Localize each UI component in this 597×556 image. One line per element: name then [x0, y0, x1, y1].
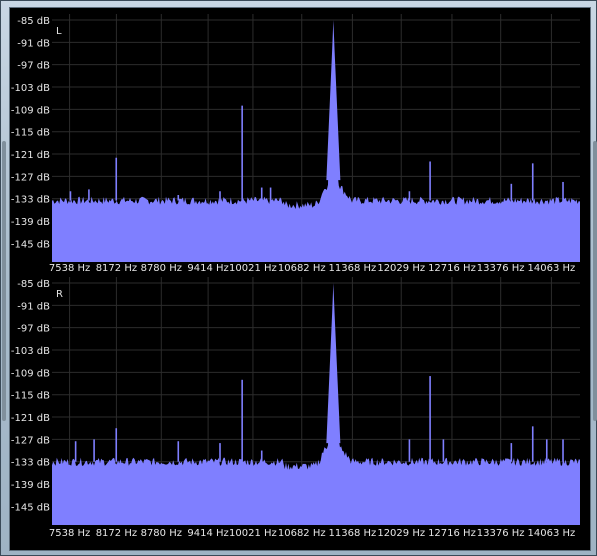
y-tick-label: -127 dB [11, 435, 50, 446]
x-tick-label: 7538 Hz [49, 263, 90, 274]
y-tick-label: -91 dB [17, 38, 50, 49]
x-tick-label: 11368 Hz [329, 528, 377, 539]
y-tick-label: -91 dB [17, 301, 50, 312]
spectrum-peak [326, 20, 341, 181]
y-tick-label: -103 dB [11, 83, 50, 94]
spectrum-peak [326, 283, 341, 444]
y-tick-label: -145 dB [11, 239, 50, 250]
y-tick-label: -121 dB [11, 413, 50, 424]
x-tick-label: 10682 Hz [278, 528, 326, 539]
y-tick-label: -97 dB [17, 61, 50, 72]
x-tick-label: 11368 Hz [329, 263, 377, 274]
x-tick-label: 8172 Hz [96, 528, 137, 539]
x-tick-label: 12029 Hz [377, 263, 425, 274]
left-channel-panel: -85 dB -91 dB -97 dB -103 dB -109 dB -115 dB -… [11, 14, 580, 274]
y-tick-label: -139 dB [11, 217, 50, 228]
y-tick-label: -109 dB [11, 105, 50, 116]
spectrum-chart: -85 dB -91 dB -97 dB -103 dB -109 dB -115 dB -… [11, 14, 580, 539]
y-tick-label: -103 dB [11, 346, 50, 357]
y-tick-label: -109 dB [11, 368, 50, 379]
channel-label: L [56, 26, 62, 37]
y-tick-label: -133 dB [11, 458, 50, 469]
right-edge-handle [593, 141, 597, 421]
window-frame: -85 dB -91 dB -97 dB -103 dB -109 dB -115 dB -… [0, 0, 597, 556]
x-tick-label: 8780 Hz [141, 528, 182, 539]
x-tick-label: 9414 Hz [187, 528, 228, 539]
x-tick-label: 10021 Hz [229, 263, 277, 274]
y-tick-label: -139 dB [11, 480, 50, 491]
left-edge-handle [2, 141, 6, 421]
y-tick-label: -97 dB [17, 324, 50, 335]
x-tick-label: 14063 Hz [528, 263, 576, 274]
channel-label: R [56, 289, 63, 300]
right-channel-panel: -85 dB -91 dB -97 dB -103 dB -109 dB -115 dB -… [11, 277, 580, 539]
x-tick-label: 12029 Hz [377, 528, 425, 539]
y-tick-label: -115 dB [11, 128, 50, 139]
y-tick-label: -85 dB [17, 16, 50, 27]
x-tick-label: 8172 Hz [96, 263, 137, 274]
y-tick-label: -115 dB [11, 391, 50, 402]
x-tick-label: 12716 Hz [428, 528, 476, 539]
spectrum-view: -85 dB -91 dB -97 dB -103 dB -109 dB -115 dB -… [9, 7, 591, 551]
x-tick-label: 14063 Hz [528, 528, 576, 539]
y-tick-label: -127 dB [11, 172, 50, 183]
y-tick-label: -121 dB [11, 150, 50, 161]
x-tick-label: 13376 Hz [477, 263, 525, 274]
x-tick-label: 12716 Hz [428, 263, 476, 274]
y-tick-label: -133 dB [11, 195, 50, 206]
x-tick-label: 8780 Hz [141, 263, 182, 274]
x-tick-label: 9414 Hz [187, 263, 228, 274]
y-tick-label: -145 dB [11, 502, 50, 513]
y-tick-label: -85 dB [17, 279, 50, 290]
x-tick-label: 7538 Hz [49, 528, 90, 539]
x-tick-label: 10682 Hz [278, 263, 326, 274]
x-tick-label: 13376 Hz [477, 528, 525, 539]
x-tick-label: 10021 Hz [229, 528, 277, 539]
